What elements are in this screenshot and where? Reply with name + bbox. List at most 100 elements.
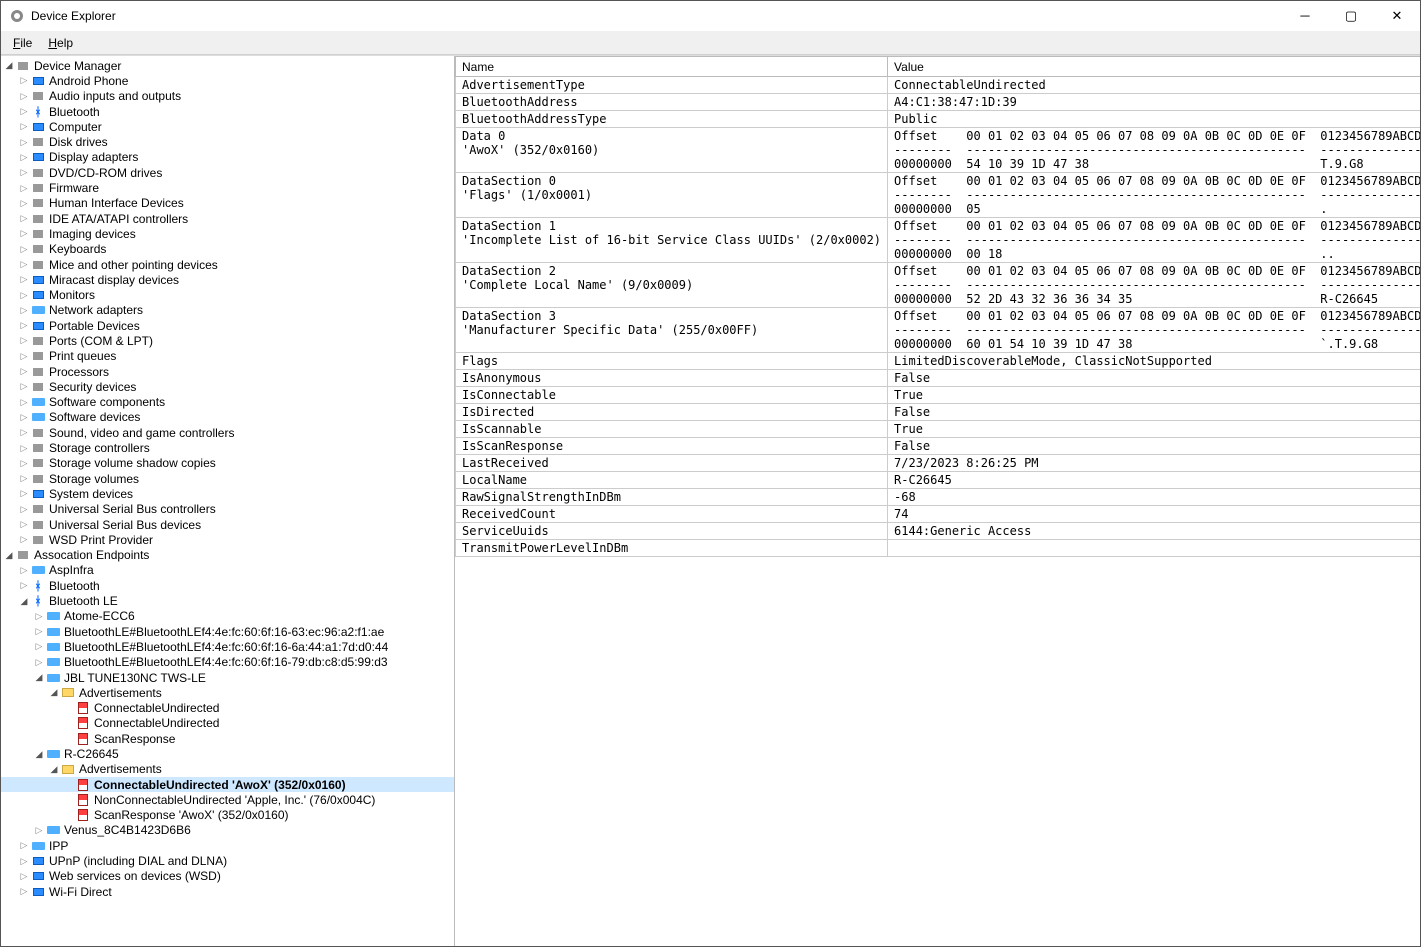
expand-icon[interactable] [18,473,30,484]
tree-dm-item[interactable]: Storage volumes [1,471,454,486]
expand-icon[interactable] [18,871,30,882]
minimize-button[interactable]: ─ [1282,1,1328,31]
expand-icon[interactable] [18,91,30,102]
expand-icon[interactable] [18,412,30,423]
tree-pane[interactable]: Device ManagerAndroid PhoneAudio inputs … [1,56,455,946]
expand-icon[interactable] [18,519,30,530]
tree-dm-item[interactable]: DVD/CD-ROM drives [1,165,454,180]
expand-icon[interactable] [3,60,15,71]
tree-dm-item[interactable]: IDE ATA/ATAPI controllers [1,211,454,226]
tree-device-manager[interactable]: Device Manager [1,58,454,73]
expand-icon[interactable] [18,397,30,408]
expand-icon[interactable] [18,580,30,591]
expand-icon[interactable] [18,183,30,194]
property-row[interactable]: IsScannableTrue [456,421,1421,438]
tree-dm-item[interactable]: Universal Serial Bus controllers [1,502,454,517]
tree-dm-item[interactable]: Android Phone [1,73,454,88]
expand-icon[interactable] [18,213,30,224]
menu-help[interactable]: Help [40,34,81,52]
property-row[interactable]: DataSection 2 'Complete Local Name' (9/0… [456,263,1421,308]
tree-association-endpoints[interactable]: Assocation Endpoints [1,548,454,563]
tree-dm-item[interactable]: Portable Devices [1,318,454,333]
property-row[interactable]: RawSignalStrengthInDBm-68 [456,489,1421,506]
expand-icon[interactable] [18,504,30,515]
expand-icon[interactable] [18,290,30,301]
expand-icon[interactable] [18,351,30,362]
tree-dm-item[interactable]: Monitors [1,287,454,302]
tree-dm-item[interactable]: Mice and other pointing devices [1,257,454,272]
expand-icon[interactable] [33,641,45,652]
tree-ae-item[interactable]: Wi-Fi Direct [1,884,454,899]
tree-dm-item[interactable]: ᚼBluetooth [1,104,454,119]
expand-icon[interactable] [18,244,30,255]
tree-dm-item[interactable]: Storage controllers [1,440,454,455]
tree-dm-item[interactable]: Human Interface Devices [1,196,454,211]
expand-icon[interactable] [18,167,30,178]
property-row[interactable]: LocalNameR-C26645 [456,472,1421,489]
property-row[interactable]: BluetoothAddressA4:C1:38:47:1D:39 [456,94,1421,111]
expand-icon[interactable] [33,749,45,760]
menu-file[interactable]: File [5,34,40,52]
expand-icon[interactable] [33,657,45,668]
expand-icon[interactable] [18,259,30,270]
property-row[interactable]: IsConnectableTrue [456,387,1421,404]
tree-dm-item[interactable]: Imaging devices [1,226,454,241]
tree-ae-item[interactable]: IPP [1,838,454,853]
col-name[interactable]: Name [456,57,888,77]
property-row[interactable]: AdvertisementTypeConnectableUndirected [456,77,1421,94]
tree-dm-item[interactable]: WSD Print Provider [1,532,454,547]
tree-dm-item[interactable]: Storage volume shadow copies [1,456,454,471]
tree-ad-item[interactable]: ScanResponse [1,731,454,746]
expand-icon[interactable] [33,611,45,622]
expand-icon[interactable] [18,305,30,316]
expand-icon[interactable] [18,856,30,867]
expand-icon[interactable] [18,106,30,117]
tree-venus[interactable]: Venus_8C4B1423D6B6 [1,823,454,838]
expand-icon[interactable] [18,228,30,239]
expand-icon[interactable] [33,672,45,683]
tree-dm-item[interactable]: Software devices [1,410,454,425]
expand-icon[interactable] [18,596,30,607]
expand-icon[interactable] [18,381,30,392]
property-row[interactable]: ServiceUuids6144:Generic Access [456,523,1421,540]
property-row[interactable]: ReceivedCount74 [456,506,1421,523]
tree-dm-item[interactable]: Print queues [1,349,454,364]
tree-ble-item[interactable]: Atome-ECC6 [1,609,454,624]
expand-icon[interactable] [18,75,30,86]
property-row[interactable]: IsAnonymousFalse [456,370,1421,387]
property-row[interactable]: DataSection 3 'Manufacturer Specific Dat… [456,308,1421,353]
tree-dm-item[interactable]: Firmware [1,180,454,195]
expand-icon[interactable] [18,198,30,209]
expand-icon[interactable] [3,550,15,561]
tree-ad-item[interactable]: ConnectableUndirected [1,716,454,731]
tree-ae-item[interactable]: Web services on devices (WSD) [1,869,454,884]
property-row[interactable]: FlagsLimitedDiscoverableMode, ClassicNot… [456,353,1421,370]
tree-ble-item[interactable]: BluetoothLE#BluetoothLEf4:4e:fc:60:6f:16… [1,655,454,670]
expand-icon[interactable] [18,488,30,499]
tree-ad-item[interactable]: ConnectableUndirected 'AwoX' (352/0x0160… [1,777,454,792]
expand-icon[interactable] [18,427,30,438]
tree-dm-item[interactable]: Processors [1,364,454,379]
tree-ae-item[interactable]: AspInfra [1,563,454,578]
tree-advertisements[interactable]: Advertisements [1,762,454,777]
expand-icon[interactable] [18,121,30,132]
tree-dm-item[interactable]: System devices [1,486,454,501]
tree-ble-item[interactable]: BluetoothLE#BluetoothLEf4:4e:fc:60:6f:16… [1,624,454,639]
close-button[interactable]: ✕ [1374,1,1420,31]
tree-rc[interactable]: R-C26645 [1,746,454,761]
expand-icon[interactable] [18,565,30,576]
property-row[interactable]: IsDirectedFalse [456,404,1421,421]
property-row[interactable]: LastReceived7/23/2023 8:26:25 PM [456,455,1421,472]
col-value[interactable]: Value [888,57,1420,77]
tree-bluetooth-le[interactable]: ᚼBluetooth LE [1,593,454,608]
expand-icon[interactable] [18,137,30,148]
expand-icon[interactable] [48,687,60,698]
expand-icon[interactable] [18,152,30,163]
tree-dm-item[interactable]: Security devices [1,379,454,394]
expand-icon[interactable] [18,274,30,285]
properties-pane[interactable]: Name Value AdvertisementTypeConnectableU… [455,56,1420,946]
tree-dm-item[interactable]: Keyboards [1,242,454,257]
expand-icon[interactable] [18,458,30,469]
property-row[interactable]: Data 0 'AwoX' (352/0x0160)Offset 00 01 0… [456,128,1421,173]
expand-icon[interactable] [18,366,30,377]
